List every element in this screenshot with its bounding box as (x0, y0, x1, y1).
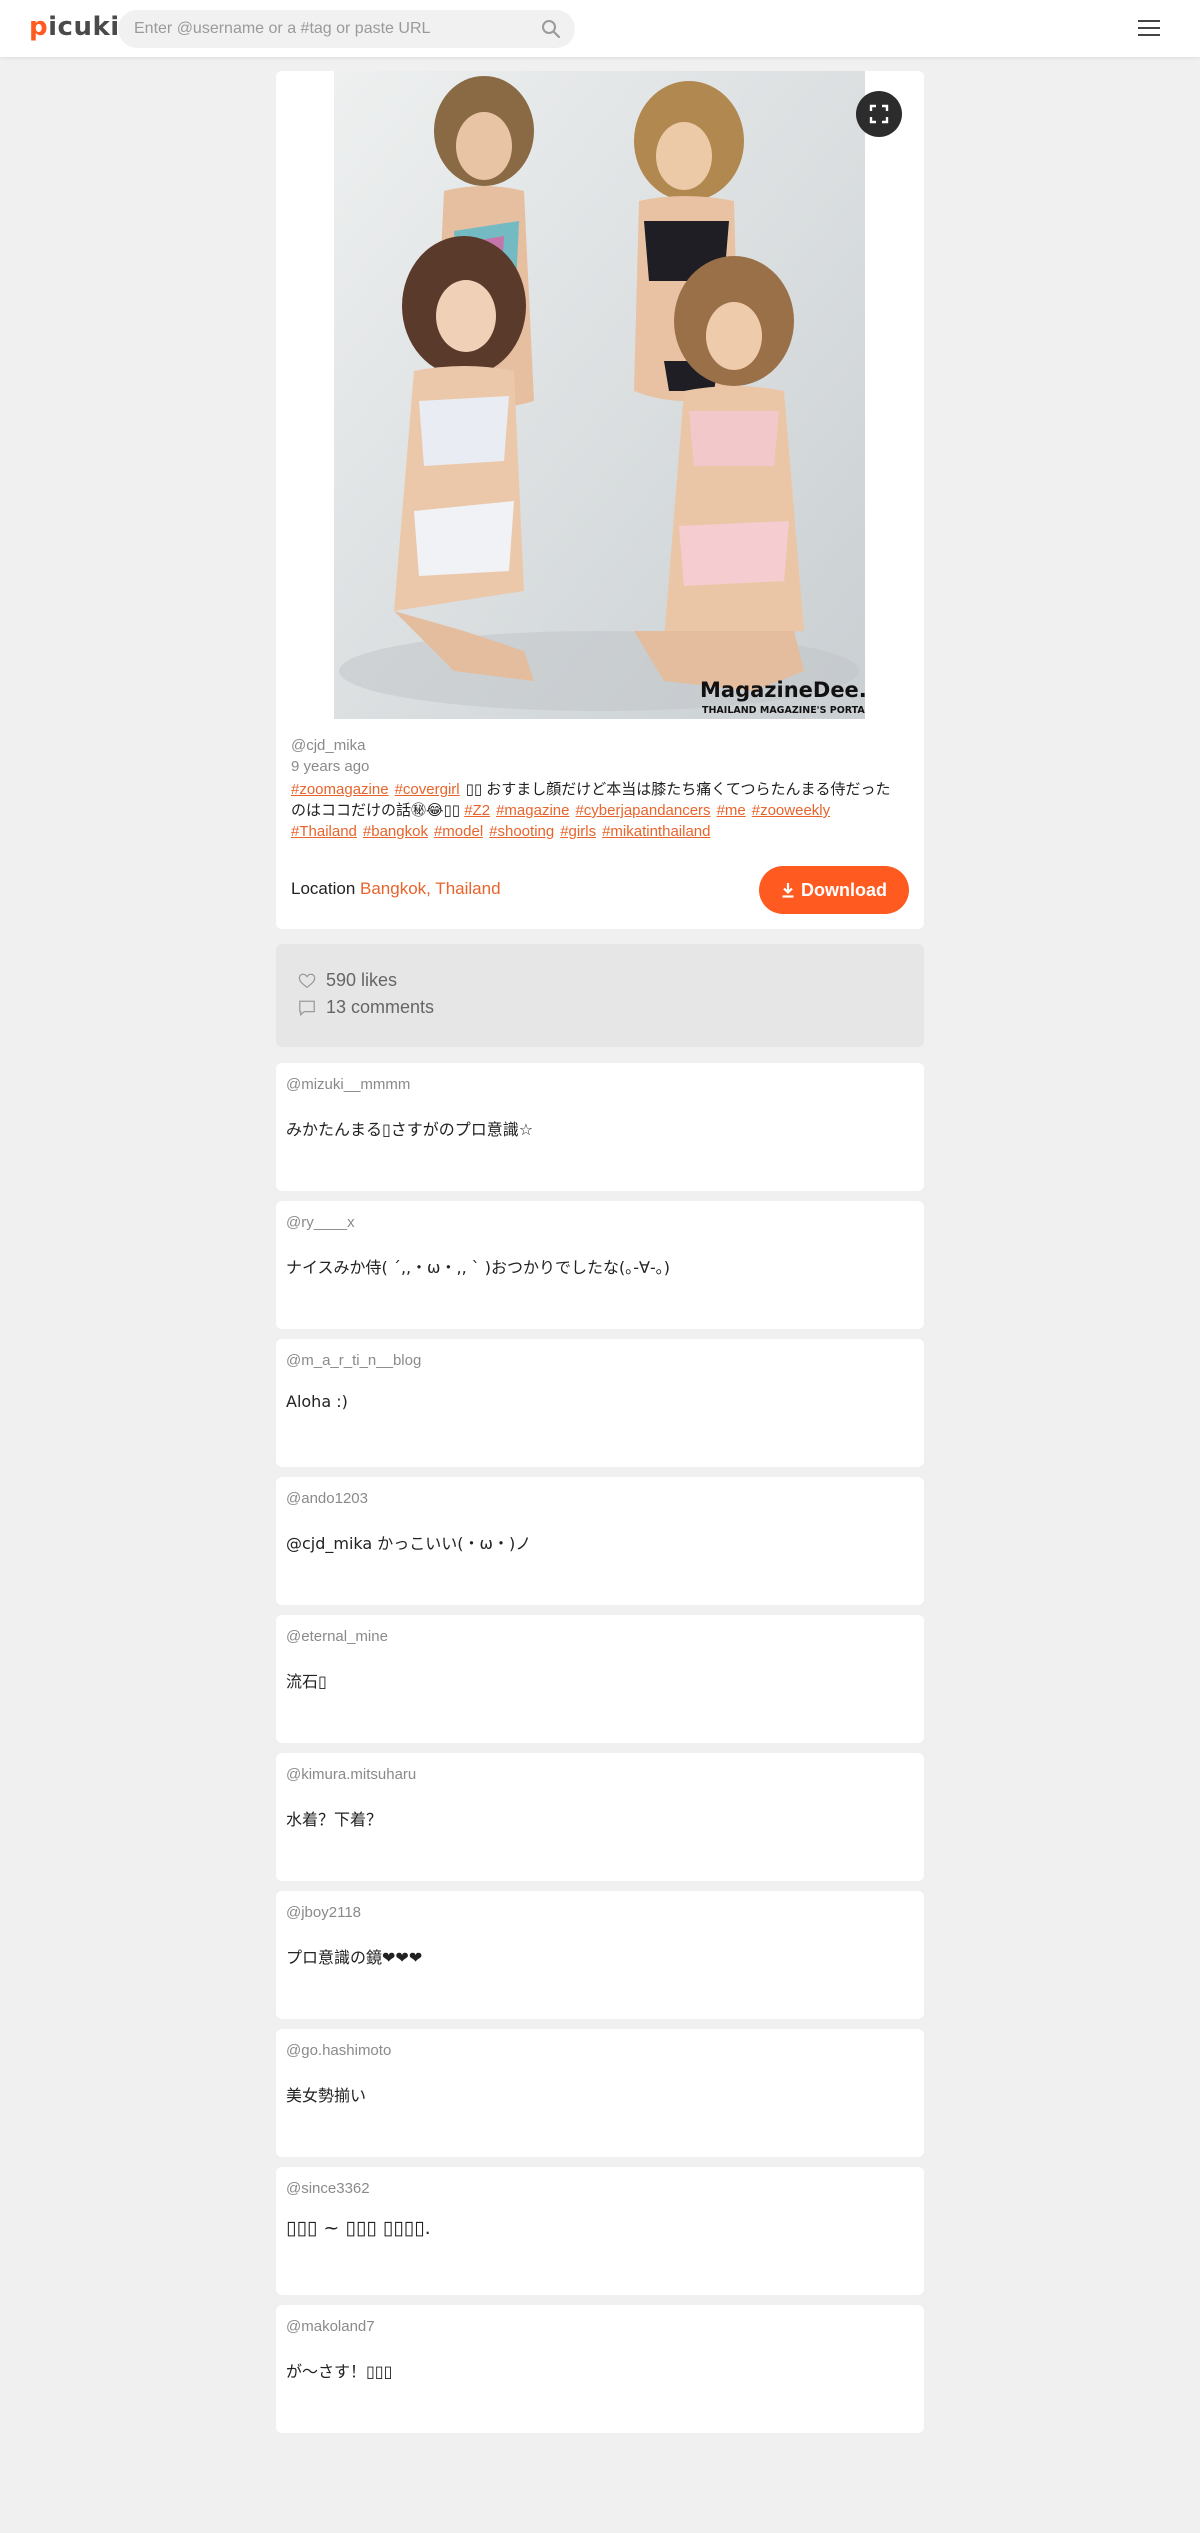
comment-card: @ando1203 @cjd_mika かっこいい(・ω・)ノ (276, 1477, 924, 1605)
search-bar (118, 10, 575, 48)
post-location: Location Bangkok, Thailand (291, 879, 501, 899)
hashtag-link[interactable]: #Thailand (291, 823, 357, 840)
comment-text: 水着？下着？ (286, 1810, 383, 1829)
hashtag-link[interactable]: #mikatinthailand (602, 823, 710, 840)
hashtag-link[interactable]: #Z2 (464, 802, 490, 819)
likes-text: 590 likes (326, 970, 398, 990)
comment-card: @go.hashimoto 美女勢揃い (276, 2029, 924, 2157)
comment-card: @since3362 ▯▯▯ ~ ▯▯▯ ▯▯▯▯. (276, 2167, 924, 2295)
caption-line: #zoomagazine #covergirl ▯▯ おすまし顔だけど本当は膝たち痛… (291, 779, 916, 800)
comment-text: が〜さす！▯▯▯ (286, 2362, 393, 2381)
likes-count: 590 likes (298, 970, 397, 991)
caption-text: ▯▯ おすまし顔だけど本当は膝たち痛くてつらたんまる侍だった (465, 781, 891, 798)
download-button[interactable]: Download (759, 866, 909, 914)
hashtag-link[interactable]: #model (434, 823, 483, 840)
comment-username[interactable]: @eternal_mine (286, 1628, 388, 1645)
hashtag-link[interactable]: #zooweekly (752, 802, 830, 819)
hashtag-link[interactable]: #zoomagazine (291, 781, 389, 798)
comment-text: @cjd_mika かっこいい(・ω・)ノ (286, 1534, 532, 1553)
comment-username[interactable]: @kimura.mitsuharu (286, 1766, 416, 1783)
comment-text: ▯▯▯ ~ ▯▯▯ ▯▯▯▯. (286, 2217, 431, 2239)
post-time: 9 years ago (291, 758, 370, 775)
comment-card: @m_a_r_ti_n__blog Aloha :) (276, 1339, 924, 1467)
comment-username[interactable]: @m_a_r_ti_n__blog (286, 1352, 421, 1369)
caption-line: のはココだけの話㊙😂▯▯ #Z2 #magazine #cyberjapandanc… (291, 800, 916, 821)
hashtag-link[interactable]: #shooting (489, 823, 554, 840)
comment-card: @ry____x ナイスみか侍( ´‚‚・ω・‚‚ ` )おつかりでしたな(｡-… (276, 1201, 924, 1329)
fullscreen-button[interactable] (856, 91, 902, 137)
watermark-text: MagazineDee.com (700, 678, 865, 702)
comments-text: 13 comments (326, 997, 435, 1017)
comment-text: 流石▯ (286, 1672, 327, 1691)
comment-text: ナイスみか侍( ´‚‚・ω・‚‚ ` )おつかりでしたな(｡-∀-｡) (286, 1258, 670, 1277)
caption-line: #Thailand #bangkok #model #shooting #girls #m… (291, 821, 916, 842)
post-stats: 590 likes 13 comments (276, 944, 924, 1047)
comment-username[interactable]: @since3362 (286, 2180, 370, 2197)
hashtag-link[interactable]: #covergirl (395, 781, 460, 798)
comment-text: プロ意識の鏡❤❤❤ (286, 1948, 423, 1967)
search-icon[interactable] (541, 19, 561, 39)
logo[interactable]: picuki (29, 12, 120, 42)
heart-icon (298, 973, 316, 988)
comment-card: @kimura.mitsuharu 水着？下着？ (276, 1753, 924, 1881)
hashtag-link[interactable]: #me (717, 802, 746, 819)
comment-card: @jboy2118 プロ意識の鏡❤❤❤ (276, 1891, 924, 2019)
download-icon (782, 883, 794, 898)
post-caption: #zoomagazine #covergirl ▯▯ おすまし顔だけど本当は膝たち痛… (291, 779, 916, 842)
caption-text: のはココだけの話㊙😂▯▯ (291, 802, 461, 819)
comment-card: @eternal_mine 流石▯ (276, 1615, 924, 1743)
comment-username[interactable]: @jboy2118 (286, 1904, 361, 1921)
comment-text: 美女勢揃い (286, 2086, 367, 2105)
logo-accent-letter: p (29, 12, 49, 42)
comment-username[interactable]: @go.hashimoto (286, 2042, 391, 2059)
comment-card: @mizuki__mmmm みかたんまる▯さすがのプロ意識☆ (276, 1063, 924, 1191)
comment-card: @makoland7 が〜さす！▯▯▯ (276, 2305, 924, 2433)
comment-username[interactable]: @makoland7 (286, 2318, 375, 2335)
fullscreen-icon (869, 104, 889, 124)
hamburger-menu-icon[interactable] (1138, 20, 1160, 38)
comment-username[interactable]: @mizuki__mmmm (286, 1076, 410, 1093)
watermark-subtext: THAILAND MAGAZINE'S PORTAL (702, 705, 865, 716)
photo-illustration: MagazineDee.com THAILAND MAGAZINE'S PORT… (334, 71, 865, 719)
post-photo[interactable]: MagazineDee.com THAILAND MAGAZINE'S PORT… (334, 71, 865, 719)
comments-count: 13 comments (298, 997, 434, 1018)
search-input[interactable] (118, 10, 518, 48)
comment-text: みかたんまる▯さすがのプロ意識☆ (286, 1120, 534, 1139)
comment-text: Aloha :) (286, 1392, 348, 1411)
location-label: Location (291, 879, 356, 898)
post-author[interactable]: @cjd_mika (291, 737, 365, 754)
location-link[interactable]: Bangkok, Thailand (360, 879, 501, 898)
top-bar: picuki (0, 0, 1200, 57)
post-card: MagazineDee.com THAILAND MAGAZINE'S PORT… (276, 71, 924, 929)
download-label: Download (801, 879, 887, 900)
hashtag-link[interactable]: #magazine (496, 802, 569, 819)
speech-bubble-icon (299, 1000, 315, 1016)
comment-username[interactable]: @ry____x (286, 1214, 355, 1231)
comment-username[interactable]: @ando1203 (286, 1490, 368, 1507)
hashtag-link[interactable]: #girls (560, 823, 596, 840)
logo-text: icuki (48, 12, 120, 42)
hashtag-link[interactable]: #bangkok (363, 823, 428, 840)
hashtag-link[interactable]: #cyberjapandancers (575, 802, 710, 819)
